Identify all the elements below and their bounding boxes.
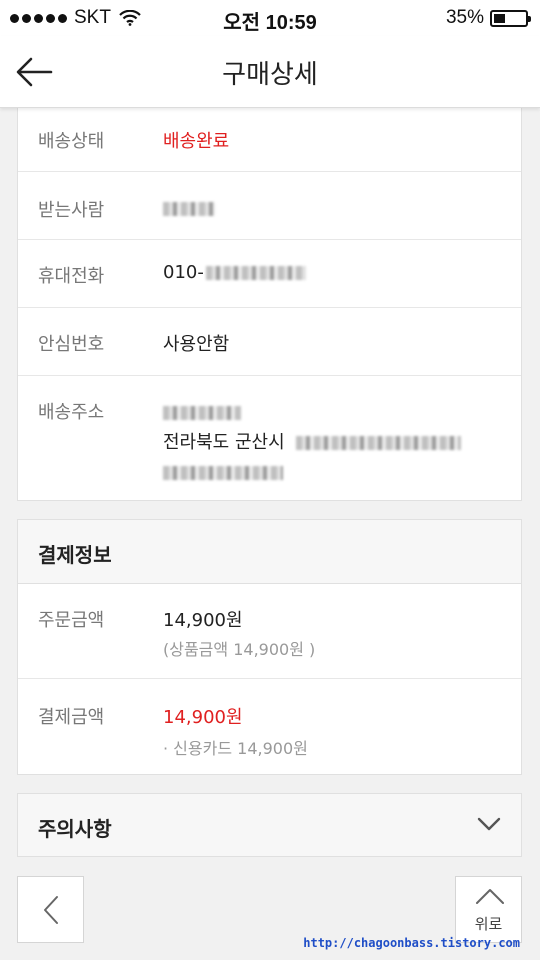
- phone-label: 휴대전화: [38, 266, 105, 287]
- phone-prefix: 010-: [163, 262, 204, 283]
- order-amount-row: 주문금액 14,900원 (상품금액 14,900원 ): [18, 584, 521, 679]
- address-value: 전라북도 군산시: [163, 398, 503, 488]
- redacted-name: [163, 202, 215, 216]
- phone-row: 휴대전화 010-: [18, 240, 521, 308]
- redacted-phone: [205, 266, 306, 280]
- order-amount-detail: (상품금액 14,900원 ): [163, 640, 316, 659]
- recipient-label: 받는사람: [38, 200, 105, 221]
- payment-info-header: 결제정보: [18, 520, 521, 584]
- redacted-address-line2: [163, 466, 283, 480]
- delivery-info-card: 배송상태 배송완료 받는사람 휴대전화 010- 안심번호 사용안함 배송주소 …: [17, 100, 522, 501]
- chevron-down-icon: [477, 817, 501, 831]
- order-amount-value: 14,900원: [163, 610, 243, 631]
- watermark-text: http://chagoonbass.tistory.com: [303, 936, 520, 950]
- status-bar: SKT 오전 10:59 35%: [0, 0, 540, 36]
- address-row: 배송주소 전라북도 군산시: [18, 376, 521, 500]
- scroll-to-top-label: 위로: [474, 915, 503, 933]
- app-header: 구매상세: [0, 36, 540, 108]
- status-right: 35%: [445, 7, 531, 29]
- chevron-left-icon: [44, 896, 58, 924]
- delivery-status-label: 배송상태: [38, 131, 105, 152]
- safe-number-label: 안심번호: [38, 334, 105, 355]
- payment-method-detail: · 신용카드 14,900원: [163, 739, 308, 758]
- safe-number-value: 사용안함: [163, 334, 230, 355]
- battery-icon: [490, 9, 531, 27]
- recipient-value: [163, 198, 215, 219]
- redacted-zip: [163, 406, 241, 420]
- battery-percent: 35%: [445, 7, 484, 28]
- safe-number-row: 안심번호 사용안함: [18, 308, 521, 376]
- address-city: 전라북도 군산시: [163, 432, 285, 453]
- page-title: 구매상세: [222, 60, 318, 90]
- delivery-status-value: 배송완료: [163, 131, 230, 152]
- recipient-row: 받는사람: [18, 172, 521, 240]
- phone-value: 010-: [163, 262, 306, 283]
- order-amount-label: 주문금액: [38, 610, 105, 631]
- chevron-up-icon: [476, 889, 504, 904]
- address-label: 배송주소: [38, 402, 105, 423]
- scroll-to-top-button[interactable]: 위로: [455, 876, 522, 943]
- notice-title: 주의사항: [38, 817, 112, 841]
- paid-amount-value: 14,900원: [163, 707, 243, 728]
- previous-button[interactable]: [17, 876, 84, 943]
- payment-info-card: 결제정보 주문금액 14,900원 (상품금액 14,900원 ) 결제금액 1…: [17, 519, 522, 775]
- paid-amount-label: 결제금액: [38, 707, 105, 728]
- paid-amount-row: 결제금액 14,900원 · 신용카드 14,900원: [18, 679, 521, 774]
- redacted-address-line1: [296, 436, 462, 450]
- notice-accordion[interactable]: 주의사항: [17, 793, 522, 857]
- payment-info-title: 결제정보: [38, 543, 112, 567]
- delivery-status-row: 배송상태 배송완료: [18, 101, 521, 172]
